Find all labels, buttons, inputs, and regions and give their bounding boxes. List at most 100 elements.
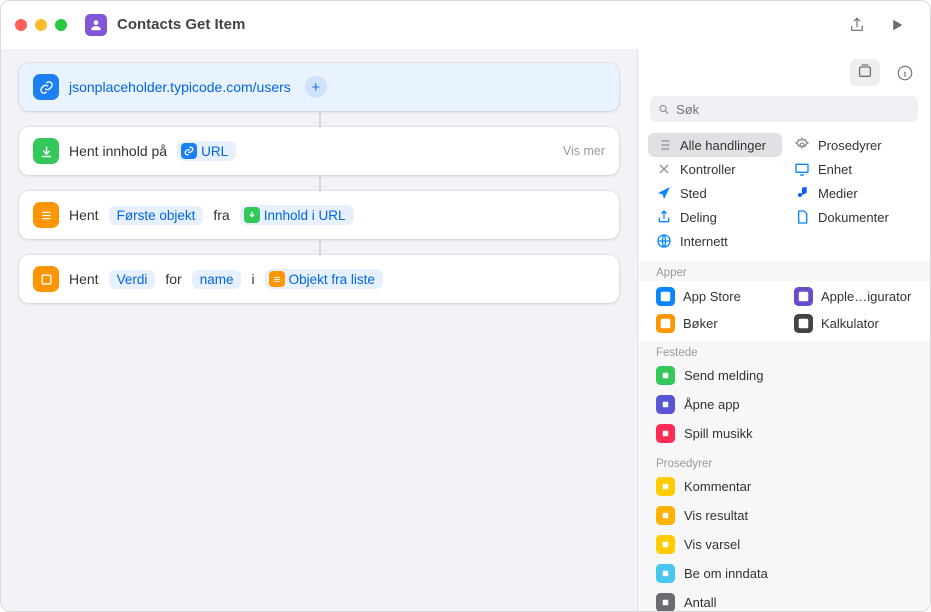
get-value-card[interactable]: Hent Verdi for name i Objekt fra liste [19, 255, 619, 303]
category-dokumenter[interactable]: Dokumenter [786, 205, 920, 229]
list-mini-icon [269, 271, 285, 287]
note-icon [794, 185, 810, 201]
token-label: Objekt fra liste [289, 272, 375, 287]
token-label: Innhold i URL [264, 208, 346, 223]
app-app-store[interactable]: App Store [648, 283, 782, 310]
app-icon [794, 314, 813, 333]
search-field[interactable] [676, 102, 910, 117]
action-label: Vis varsel [684, 537, 740, 552]
app-icon [656, 287, 675, 306]
library-sidebar: Alle handlinger Prosedyrer Kontroller Enhet… [638, 49, 930, 611]
action-label: Åpne app [684, 397, 740, 412]
first-object-token[interactable]: Første objekt [109, 206, 204, 225]
category-label: Deling [680, 210, 717, 225]
procedure-action-vis-varsel[interactable]: Vis varsel [638, 530, 930, 559]
show-more-button[interactable]: Vis mer [563, 144, 605, 158]
url-contents-token[interactable]: Innhold i URL [240, 205, 354, 225]
procedure-action-vis-resultat[interactable]: Vis resultat [638, 501, 930, 530]
category-sted[interactable]: Sted [648, 181, 782, 205]
fullscreen-window-button[interactable] [55, 19, 67, 31]
category-label: Medier [818, 186, 858, 201]
list-icon [33, 202, 59, 228]
pinned-action-send-melding[interactable]: Send melding [638, 361, 930, 390]
category-label: Prosedyrer [818, 138, 882, 153]
action-icon [656, 395, 675, 414]
category-internett[interactable]: Internett [648, 229, 782, 253]
dictionary-icon [33, 266, 59, 292]
category-label: Enhet [818, 162, 852, 177]
share-button[interactable] [848, 16, 866, 34]
list-object-token[interactable]: Objekt fra liste [265, 269, 383, 289]
pinned-list: Send melding Åpne app Spill musikk [638, 361, 930, 452]
app-label: Apple…igurator [821, 289, 911, 304]
card-label: for [165, 271, 181, 287]
category-medier[interactable]: Medier [786, 181, 920, 205]
list-icon [656, 137, 672, 153]
workflow-canvas[interactable]: jsonplaceholder.typicode.com/users + Hen… [1, 49, 638, 611]
action-label: Vis resultat [684, 508, 748, 523]
run-button[interactable] [888, 16, 906, 34]
category-alle-handlinger[interactable]: Alle handlinger [648, 133, 782, 157]
app-b-ker[interactable]: Bøker [648, 310, 782, 337]
action-icon [656, 424, 675, 443]
app-label: Bøker [683, 316, 718, 331]
get-first-item-card[interactable]: Hent Første objekt fra Innhold i URL [19, 191, 619, 239]
procedure-action-kommentar[interactable]: Kommentar [638, 472, 930, 501]
link-icon [33, 74, 59, 100]
app-kalkulator[interactable]: Kalkulator [786, 310, 920, 337]
app-icon [656, 314, 675, 333]
desktop-icon [794, 161, 810, 177]
x-icon [656, 161, 672, 177]
nav-icon [656, 185, 672, 201]
info-button[interactable] [896, 64, 914, 82]
window-title: Contacts Get Item [117, 16, 848, 33]
category-grid: Alle handlinger Prosedyrer Kontroller Enhet… [638, 129, 930, 261]
category-label: Dokumenter [818, 210, 889, 225]
value-token[interactable]: Verdi [109, 270, 156, 289]
action-label: Antall [684, 595, 717, 610]
apps-grid: App Store Apple…igurator Bøker Kalkulator [638, 281, 930, 341]
action-icon [656, 366, 675, 385]
category-label: Kontroller [680, 162, 736, 177]
action-icon [656, 593, 675, 611]
pinned-action-spill-musikk[interactable]: Spill musikk [638, 419, 930, 448]
url-text[interactable]: jsonplaceholder.typicode.com/users [69, 79, 291, 95]
pinned-action-åpne-app[interactable]: Åpne app [638, 390, 930, 419]
download-icon [33, 138, 59, 164]
procedures-section-header: Prosedyrer [638, 452, 930, 472]
app-apple-igurator[interactable]: Apple…igurator [786, 283, 920, 310]
action-icon [656, 564, 675, 583]
action-icon [656, 477, 675, 496]
name-key-token[interactable]: name [192, 270, 242, 289]
action-label: Be om inndata [684, 566, 768, 581]
action-icon [656, 506, 675, 525]
category-enhet[interactable]: Enhet [786, 157, 920, 181]
category-label: Alle handlinger [680, 138, 766, 153]
card-label: Hent [69, 271, 99, 287]
url-action-card[interactable]: jsonplaceholder.typicode.com/users + [19, 63, 619, 111]
close-window-button[interactable] [15, 19, 27, 31]
url-token[interactable]: URL [177, 141, 236, 161]
minimize-window-button[interactable] [35, 19, 47, 31]
gear-icon [794, 137, 810, 153]
category-label: Internett [680, 234, 728, 249]
procedure-action-be-om-inndata[interactable]: Be om inndata [638, 559, 930, 588]
search-input[interactable] [650, 96, 918, 122]
get-contents-card[interactable]: Hent innhold på URL Vis mer [19, 127, 619, 175]
shortcut-app-icon [85, 14, 107, 36]
procedure-action-antall[interactable]: Antall [638, 588, 930, 611]
library-view-button[interactable] [850, 59, 880, 86]
action-icon [656, 535, 675, 554]
download-mini-icon [244, 207, 260, 223]
category-prosedyrer[interactable]: Prosedyrer [786, 133, 920, 157]
app-label: App Store [683, 289, 741, 304]
category-label: Sted [680, 186, 707, 201]
app-window: Contacts Get Item jsonplaceholder.typico… [0, 0, 931, 612]
category-kontroller[interactable]: Kontroller [648, 157, 782, 181]
category-deling[interactable]: Deling [648, 205, 782, 229]
card-label: Hent [69, 207, 99, 223]
apps-section-header: Apper [638, 261, 930, 281]
token-label: URL [201, 144, 228, 159]
add-url-button[interactable]: + [305, 76, 327, 98]
action-label: Kommentar [684, 479, 751, 494]
